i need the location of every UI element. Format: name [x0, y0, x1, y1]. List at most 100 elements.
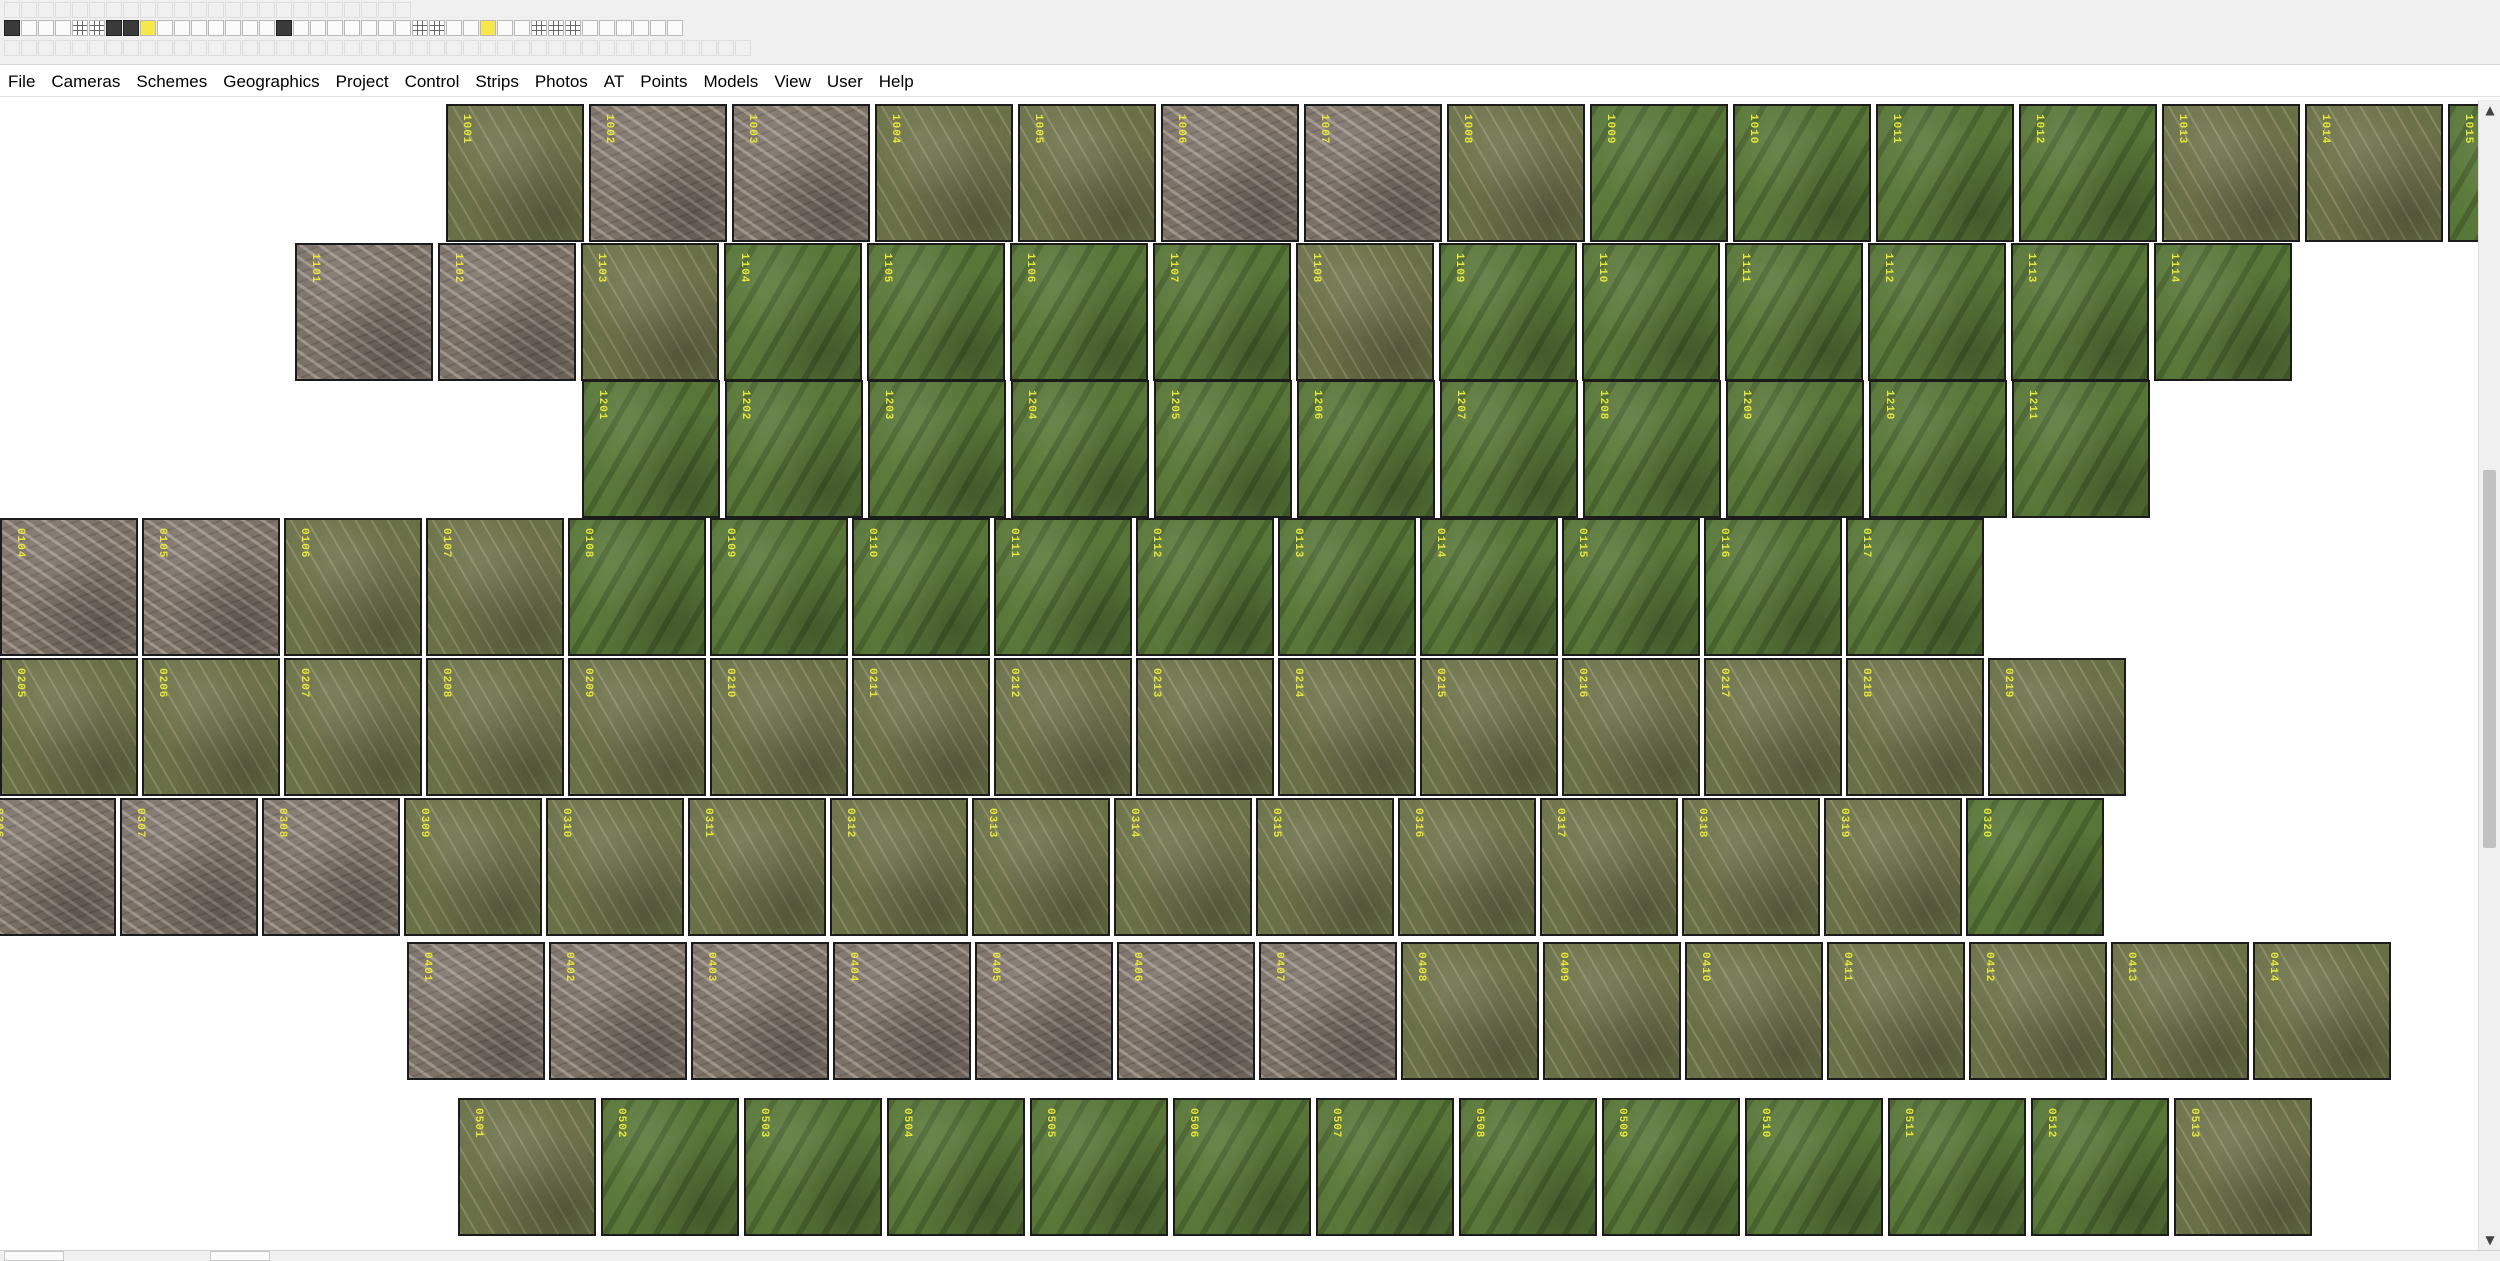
photo-thumbnail[interactable]: 0116 — [1704, 518, 1842, 656]
toolbar-button-icon[interactable] — [242, 20, 258, 36]
photo-thumbnail[interactable]: 0320 — [1966, 798, 2104, 936]
photo-thumbnail[interactable]: 1206 — [1297, 380, 1435, 518]
photo-thumbnail[interactable]: 1007 — [1304, 104, 1442, 242]
photo-thumbnail[interactable]: 0412 — [1969, 942, 2107, 1080]
menu-project[interactable]: Project — [328, 68, 397, 96]
photo-thumbnail[interactable]: 1006 — [1161, 104, 1299, 242]
photo-thumbnail[interactable]: 1005 — [1018, 104, 1156, 242]
photo-thumbnail[interactable]: 0313 — [972, 798, 1110, 936]
photo-thumbnail[interactable]: 0214 — [1278, 658, 1416, 796]
toolbar-button-icon[interactable] — [463, 20, 479, 36]
menu-help[interactable]: Help — [871, 68, 922, 96]
toolbar-button-icon[interactable] — [395, 40, 411, 56]
toolbar-button-icon[interactable] — [55, 2, 71, 18]
toolbar-button-icon[interactable] — [259, 2, 275, 18]
toolbar-button-icon[interactable] — [446, 20, 462, 36]
menu-cameras[interactable]: Cameras — [43, 68, 128, 96]
toolbar-button-icon[interactable] — [395, 20, 411, 36]
toolbar-button-icon[interactable] — [293, 20, 309, 36]
photo-thumbnail[interactable]: 0503 — [744, 1098, 882, 1236]
menu-schemes[interactable]: Schemes — [128, 68, 215, 96]
photo-thumbnail[interactable]: 1008 — [1447, 104, 1585, 242]
toolbar-button-icon[interactable] — [650, 20, 666, 36]
photo-thumbnail[interactable]: 0509 — [1602, 1098, 1740, 1236]
toolbar-button-icon[interactable] — [667, 40, 683, 56]
photo-thumbnail[interactable]: 0215 — [1420, 658, 1558, 796]
photo-thumbnail[interactable]: 0314 — [1114, 798, 1252, 936]
photo-thumbnail[interactable]: 1001 — [446, 104, 584, 242]
photo-thumbnail[interactable]: 0212 — [994, 658, 1132, 796]
toolbar-button-icon[interactable] — [38, 40, 54, 56]
photo-thumbnail[interactable]: 0513 — [2174, 1098, 2312, 1236]
photo-thumbnail[interactable]: 0405 — [975, 942, 1113, 1080]
photo-thumbnail[interactable]: 0219 — [1988, 658, 2126, 796]
photo-thumbnail[interactable]: 0315 — [1256, 798, 1394, 936]
photo-thumbnail[interactable]: 1111 — [1725, 243, 1863, 381]
toolbar-button-icon[interactable] — [89, 2, 105, 18]
toolbar-button-icon[interactable] — [123, 40, 139, 56]
toolbar-button-icon[interactable] — [633, 20, 649, 36]
toolbar-button-icon[interactable] — [293, 2, 309, 18]
toolbar-button-icon[interactable] — [191, 2, 207, 18]
photo-thumbnail[interactable]: 0109 — [710, 518, 848, 656]
photo-thumbnail[interactable]: 0206 — [142, 658, 280, 796]
photo-thumbnail[interactable]: 0310 — [546, 798, 684, 936]
photo-thumbnail[interactable]: 1204 — [1011, 380, 1149, 518]
toolbar-button-icon[interactable] — [531, 40, 547, 56]
photo-thumbnail[interactable]: 0117 — [1846, 518, 1984, 656]
photo-thumbnail[interactable]: 0316 — [1398, 798, 1536, 936]
photo-thumbnail[interactable]: 1109 — [1439, 243, 1577, 381]
photo-thumbnail[interactable]: 0106 — [284, 518, 422, 656]
photo-thumbnail[interactable]: 0104 — [0, 518, 138, 656]
photo-thumbnail[interactable]: 0208 — [426, 658, 564, 796]
toolbar-button-icon[interactable] — [259, 40, 275, 56]
photo-thumbnail[interactable]: 1202 — [725, 380, 863, 518]
toolbar-button-icon[interactable] — [463, 40, 479, 56]
menu-photos[interactable]: Photos — [527, 68, 596, 96]
photo-thumbnail[interactable]: 0105 — [142, 518, 280, 656]
toolbar-button-icon[interactable] — [378, 40, 394, 56]
toolbar-button-icon[interactable] — [599, 20, 615, 36]
menu-models[interactable]: Models — [696, 68, 767, 96]
toolbar-button-icon[interactable] — [548, 20, 564, 36]
photo-thumbnail[interactable]: 0111 — [994, 518, 1132, 656]
toolbar-button-icon[interactable] — [157, 2, 173, 18]
toolbar-button-icon[interactable] — [225, 20, 241, 36]
toolbar-button-icon[interactable] — [259, 20, 275, 36]
menu-strips[interactable]: Strips — [467, 68, 526, 96]
photo-thumbnail[interactable]: 0210 — [710, 658, 848, 796]
toolbar-button-icon[interactable] — [208, 20, 224, 36]
toolbar-button-icon[interactable] — [310, 40, 326, 56]
photo-thumbnail[interactable]: 0501 — [458, 1098, 596, 1236]
photo-layout-canvas[interactable]: 1001 1002 1003 1004 1005 1006 1007 1008 1009 1010… — [0, 100, 2478, 1250]
toolbar-button-icon[interactable] — [735, 40, 751, 56]
toolbar-button-icon[interactable] — [599, 40, 615, 56]
toolbar-button-icon[interactable] — [412, 40, 428, 56]
photo-thumbnail[interactable]: 1203 — [868, 380, 1006, 518]
toolbar-button-icon[interactable] — [497, 40, 513, 56]
toolbar-button-icon[interactable] — [106, 2, 122, 18]
toolbar-button-icon[interactable] — [174, 40, 190, 56]
toolbar-button-icon[interactable] — [293, 40, 309, 56]
toolbar-button-icon[interactable] — [633, 40, 649, 56]
toolbar-button-icon[interactable] — [157, 20, 173, 36]
scroll-up-arrow-icon[interactable]: ▲ — [2479, 100, 2500, 120]
photo-thumbnail[interactable]: 1207 — [1440, 380, 1578, 518]
toolbar-button-icon[interactable] — [21, 20, 37, 36]
toolbar-button-icon[interactable] — [446, 40, 462, 56]
toolbar-button-icon[interactable] — [344, 2, 360, 18]
photo-thumbnail[interactable]: 0512 — [2031, 1098, 2169, 1236]
menu-user[interactable]: User — [819, 68, 871, 96]
menu-geographics[interactable]: Geographics — [215, 68, 327, 96]
photo-thumbnail[interactable]: 0216 — [1562, 658, 1700, 796]
toolbar-button-icon[interactable] — [276, 20, 292, 36]
toolbar-button-icon[interactable] — [582, 20, 598, 36]
toolbar-button-icon[interactable] — [548, 40, 564, 56]
toolbar-button-icon[interactable] — [38, 20, 54, 36]
toolbar-button-icon[interactable] — [106, 20, 122, 36]
photo-thumbnail[interactable]: 0110 — [852, 518, 990, 656]
photo-thumbnail[interactable]: 1013 — [2162, 104, 2300, 242]
toolbar-button-icon[interactable] — [140, 20, 156, 36]
toolbar-button-icon[interactable] — [242, 40, 258, 56]
toolbar-button-icon[interactable] — [140, 40, 156, 56]
